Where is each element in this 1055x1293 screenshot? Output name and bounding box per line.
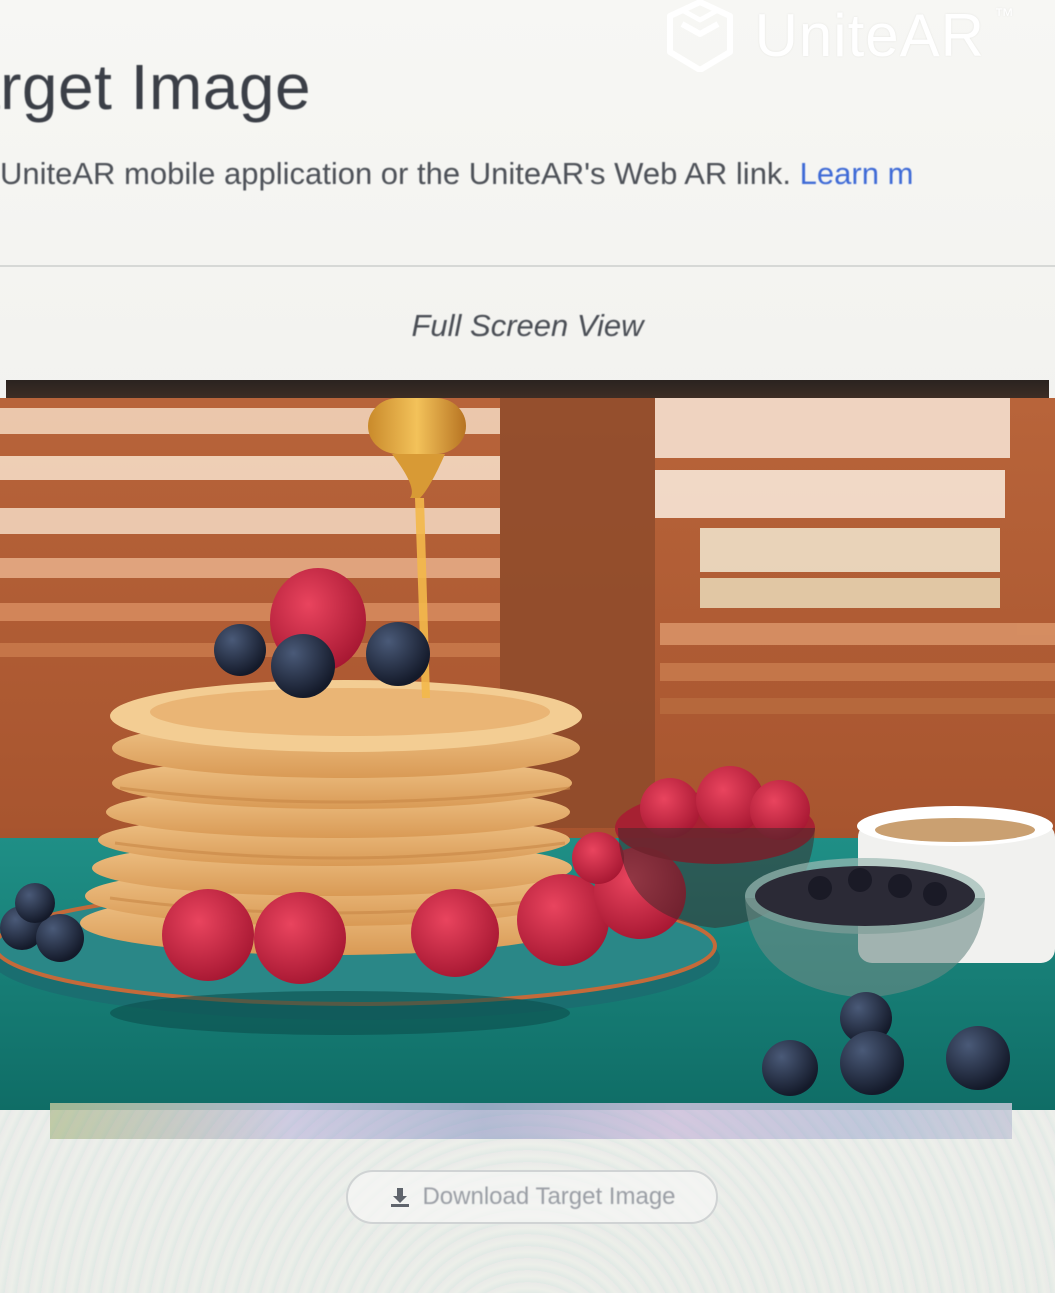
trademark-symbol: ™ — [994, 5, 1015, 27]
brand-name: UniteAR ™ — [755, 6, 1014, 66]
target-image-preview — [0, 380, 1055, 1110]
learn-more-link[interactable]: Learn m — [800, 156, 914, 191]
subtitle-text: UniteAR mobile application or the UniteA… — [0, 156, 792, 191]
image-bottom-strip — [50, 1103, 1012, 1139]
download-icon — [391, 1188, 410, 1207]
image-frame-edge — [6, 380, 1049, 398]
pancake-stack-photo — [0, 398, 1055, 1110]
brand-name-text: UniteAR — [754, 2, 985, 69]
page-subtitle: UniteAR mobile application or the UniteA… — [0, 156, 913, 192]
page-title: arget Image — [0, 51, 312, 123]
download-target-image-button[interactable]: Download Target Image — [346, 1170, 718, 1224]
full-screen-view-link[interactable]: Full Screen View — [0, 308, 1055, 344]
target-image-page: UniteAR ™ arget Image UniteAR mobile app… — [0, 0, 1055, 1293]
download-button-label: Download Target Image — [422, 1183, 676, 1210]
brand-watermark: UniteAR ™ — [666, 0, 1014, 72]
unitear-logo-icon — [666, 0, 733, 72]
section-divider — [0, 265, 1055, 267]
